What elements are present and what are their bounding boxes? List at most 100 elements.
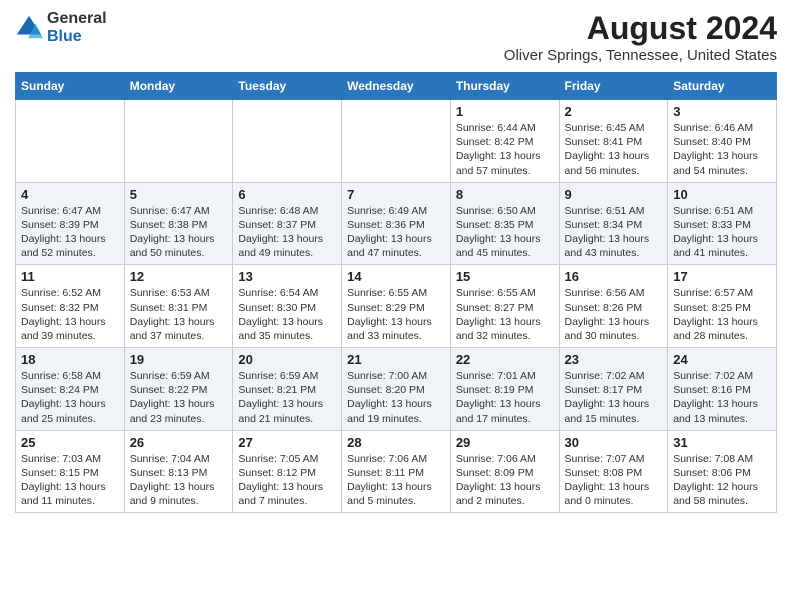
day-info: Sunrise: 6:55 AM Sunset: 8:29 PM Dayligh… xyxy=(347,286,445,343)
calendar-cell xyxy=(16,100,125,183)
day-info: Sunrise: 7:06 AM Sunset: 8:11 PM Dayligh… xyxy=(347,452,445,509)
day-info: Sunrise: 6:53 AM Sunset: 8:31 PM Dayligh… xyxy=(130,286,228,343)
column-header-monday: Monday xyxy=(124,73,233,100)
day-number: 11 xyxy=(21,269,119,284)
day-info: Sunrise: 6:55 AM Sunset: 8:27 PM Dayligh… xyxy=(456,286,554,343)
day-info: Sunrise: 6:54 AM Sunset: 8:30 PM Dayligh… xyxy=(238,286,336,343)
calendar-cell: 9 Sunrise: 6:51 AM Sunset: 8:34 PM Daylig… xyxy=(559,182,668,265)
calendar-cell: 27 Sunrise: 7:05 AM Sunset: 8:12 PM Dayli… xyxy=(233,430,342,513)
day-number: 31 xyxy=(673,435,771,450)
calendar-cell: 8 Sunrise: 6:50 AM Sunset: 8:35 PM Daylig… xyxy=(450,182,559,265)
day-info: Sunrise: 6:51 AM Sunset: 8:33 PM Dayligh… xyxy=(673,204,771,261)
calendar-cell: 2Sunrise: 6:45 AM Sunset: 8:41 PM Daylig… xyxy=(559,100,668,183)
day-number: 3 xyxy=(673,104,771,119)
day-info: Sunrise: 7:08 AM Sunset: 8:06 PM Dayligh… xyxy=(673,452,771,509)
day-number: 21 xyxy=(347,352,445,367)
day-number: 2 xyxy=(565,104,663,119)
day-info: Sunrise: 6:44 AM Sunset: 8:42 PM Dayligh… xyxy=(456,121,554,178)
day-info: Sunrise: 6:47 AM Sunset: 8:38 PM Dayligh… xyxy=(130,204,228,261)
day-number: 5 xyxy=(130,187,228,202)
day-info: Sunrise: 6:59 AM Sunset: 8:21 PM Dayligh… xyxy=(238,369,336,426)
day-number: 14 xyxy=(347,269,445,284)
day-number: 27 xyxy=(238,435,336,450)
day-number: 23 xyxy=(565,352,663,367)
day-number: 9 xyxy=(565,187,663,202)
day-number: 7 xyxy=(347,187,445,202)
page-header: General Blue August 2024 Oliver Springs,… xyxy=(15,10,777,64)
column-header-saturday: Saturday xyxy=(668,73,777,100)
calendar-table: SundayMondayTuesdayWednesdayThursdayFrid… xyxy=(15,72,777,513)
day-info: Sunrise: 7:00 AM Sunset: 8:20 PM Dayligh… xyxy=(347,369,445,426)
logo: General Blue xyxy=(15,10,107,45)
calendar-cell: 28Sunrise: 7:06 AM Sunset: 8:11 PM Dayli… xyxy=(342,430,451,513)
day-number: 12 xyxy=(130,269,228,284)
column-header-wednesday: Wednesday xyxy=(342,73,451,100)
day-number: 13 xyxy=(238,269,336,284)
calendar-cell: 29 Sunrise: 7:06 AM Sunset: 8:09 PM Dayli… xyxy=(450,430,559,513)
day-info: Sunrise: 6:46 AM Sunset: 8:40 PM Dayligh… xyxy=(673,121,771,178)
column-header-thursday: Thursday xyxy=(450,73,559,100)
calendar-cell: 18Sunrise: 6:58 AM Sunset: 8:24 PM Dayli… xyxy=(16,348,125,431)
calendar-week-row: 1 Sunrise: 6:44 AM Sunset: 8:42 PM Daylig… xyxy=(16,100,777,183)
day-info: Sunrise: 6:50 AM Sunset: 8:35 PM Dayligh… xyxy=(456,204,554,261)
day-info: Sunrise: 7:06 AM Sunset: 8:09 PM Dayligh… xyxy=(456,452,554,509)
column-header-friday: Friday xyxy=(559,73,668,100)
calendar-cell: 4 Sunrise: 6:47 AM Sunset: 8:39 PM Daylig… xyxy=(16,182,125,265)
calendar-cell: 7 Sunrise: 6:49 AM Sunset: 8:36 PM Daylig… xyxy=(342,182,451,265)
month-year-title: August 2024 xyxy=(504,10,777,47)
title-block: August 2024 Oliver Springs, Tennessee, U… xyxy=(504,10,777,64)
calendar-week-row: 4 Sunrise: 6:47 AM Sunset: 8:39 PM Daylig… xyxy=(16,182,777,265)
calendar-cell: 1 Sunrise: 6:44 AM Sunset: 8:42 PM Daylig… xyxy=(450,100,559,183)
day-number: 10 xyxy=(673,187,771,202)
calendar-cell: 30 Sunrise: 7:07 AM Sunset: 8:08 PM Dayli… xyxy=(559,430,668,513)
day-info: Sunrise: 6:47 AM Sunset: 8:39 PM Dayligh… xyxy=(21,204,119,261)
day-number: 29 xyxy=(456,435,554,450)
calendar-header-row: SundayMondayTuesdayWednesdayThursdayFrid… xyxy=(16,73,777,100)
calendar-cell: 22Sunrise: 7:01 AM Sunset: 8:19 PM Dayli… xyxy=(450,348,559,431)
calendar-cell: 25Sunrise: 7:03 AM Sunset: 8:15 PM Dayli… xyxy=(16,430,125,513)
day-number: 4 xyxy=(21,187,119,202)
calendar-cell: 12 Sunrise: 6:53 AM Sunset: 8:31 PM Dayli… xyxy=(124,265,233,348)
day-info: Sunrise: 7:05 AM Sunset: 8:12 PM Dayligh… xyxy=(238,452,336,509)
calendar-cell: 6 Sunrise: 6:48 AM Sunset: 8:37 PM Daylig… xyxy=(233,182,342,265)
calendar-cell: 10 Sunrise: 6:51 AM Sunset: 8:33 PM Dayli… xyxy=(668,182,777,265)
calendar-cell: 20Sunrise: 6:59 AM Sunset: 8:21 PM Dayli… xyxy=(233,348,342,431)
day-number: 8 xyxy=(456,187,554,202)
calendar-week-row: 18Sunrise: 6:58 AM Sunset: 8:24 PM Dayli… xyxy=(16,348,777,431)
day-info: Sunrise: 6:58 AM Sunset: 8:24 PM Dayligh… xyxy=(21,369,119,426)
calendar-cell: 31 Sunrise: 7:08 AM Sunset: 8:06 PM Dayli… xyxy=(668,430,777,513)
calendar-cell: 17Sunrise: 6:57 AM Sunset: 8:25 PM Dayli… xyxy=(668,265,777,348)
calendar-cell: 21 Sunrise: 7:00 AM Sunset: 8:20 PM Dayli… xyxy=(342,348,451,431)
day-number: 6 xyxy=(238,187,336,202)
day-number: 16 xyxy=(565,269,663,284)
calendar-cell: 16Sunrise: 6:56 AM Sunset: 8:26 PM Dayli… xyxy=(559,265,668,348)
calendar-week-row: 25Sunrise: 7:03 AM Sunset: 8:15 PM Dayli… xyxy=(16,430,777,513)
calendar-cell: 15 Sunrise: 6:55 AM Sunset: 8:27 PM Dayli… xyxy=(450,265,559,348)
day-info: Sunrise: 7:07 AM Sunset: 8:08 PM Dayligh… xyxy=(565,452,663,509)
day-info: Sunrise: 6:48 AM Sunset: 8:37 PM Dayligh… xyxy=(238,204,336,261)
calendar-cell: 14 Sunrise: 6:55 AM Sunset: 8:29 PM Dayli… xyxy=(342,265,451,348)
day-info: Sunrise: 7:01 AM Sunset: 8:19 PM Dayligh… xyxy=(456,369,554,426)
day-info: Sunrise: 7:04 AM Sunset: 8:13 PM Dayligh… xyxy=(130,452,228,509)
location-subtitle: Oliver Springs, Tennessee, United States xyxy=(504,47,777,64)
day-number: 15 xyxy=(456,269,554,284)
day-number: 1 xyxy=(456,104,554,119)
day-info: Sunrise: 6:51 AM Sunset: 8:34 PM Dayligh… xyxy=(565,204,663,261)
day-number: 26 xyxy=(130,435,228,450)
day-info: Sunrise: 6:59 AM Sunset: 8:22 PM Dayligh… xyxy=(130,369,228,426)
day-info: Sunrise: 7:03 AM Sunset: 8:15 PM Dayligh… xyxy=(21,452,119,509)
day-info: Sunrise: 6:49 AM Sunset: 8:36 PM Dayligh… xyxy=(347,204,445,261)
day-number: 30 xyxy=(565,435,663,450)
calendar-cell: 13 Sunrise: 6:54 AM Sunset: 8:30 PM Dayli… xyxy=(233,265,342,348)
day-info: Sunrise: 7:02 AM Sunset: 8:16 PM Dayligh… xyxy=(673,369,771,426)
calendar-cell xyxy=(124,100,233,183)
calendar-cell: 19 Sunrise: 6:59 AM Sunset: 8:22 PM Dayli… xyxy=(124,348,233,431)
day-number: 19 xyxy=(130,352,228,367)
calendar-cell: 11 Sunrise: 6:52 AM Sunset: 8:32 PM Dayli… xyxy=(16,265,125,348)
calendar-cell: 3 Sunrise: 6:46 AM Sunset: 8:40 PM Daylig… xyxy=(668,100,777,183)
day-info: Sunrise: 6:52 AM Sunset: 8:32 PM Dayligh… xyxy=(21,286,119,343)
calendar-cell xyxy=(233,100,342,183)
day-number: 17 xyxy=(673,269,771,284)
calendar-cell: 26 Sunrise: 7:04 AM Sunset: 8:13 PM Dayli… xyxy=(124,430,233,513)
calendar-cell: 23Sunrise: 7:02 AM Sunset: 8:17 PM Dayli… xyxy=(559,348,668,431)
